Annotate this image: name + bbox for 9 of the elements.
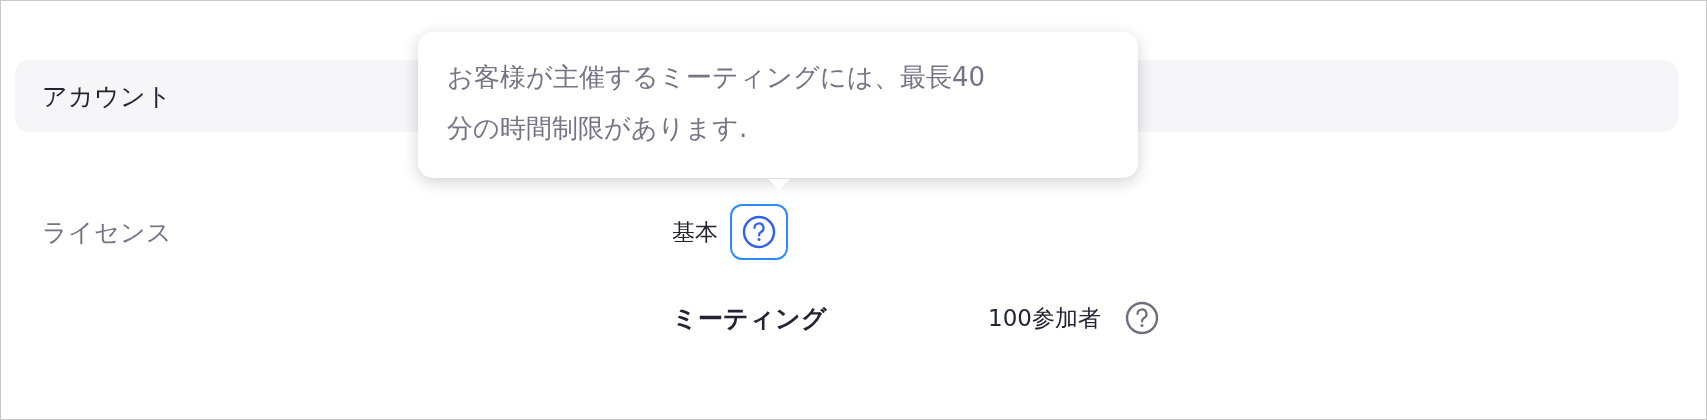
license-value: 基本 [672,217,718,247]
feature-name: ミーティング [672,302,828,335]
feature-value: 100参加者 [988,303,1101,333]
section-title: アカウント [42,80,172,113]
license-label: ライセンス [42,216,173,249]
help-button[interactable] [730,204,788,260]
help-icon [741,214,777,250]
help-icon [1123,300,1160,336]
tooltip-text: お客様が主催するミーティングには、最長40分の時間制限があります. [447,61,987,145]
